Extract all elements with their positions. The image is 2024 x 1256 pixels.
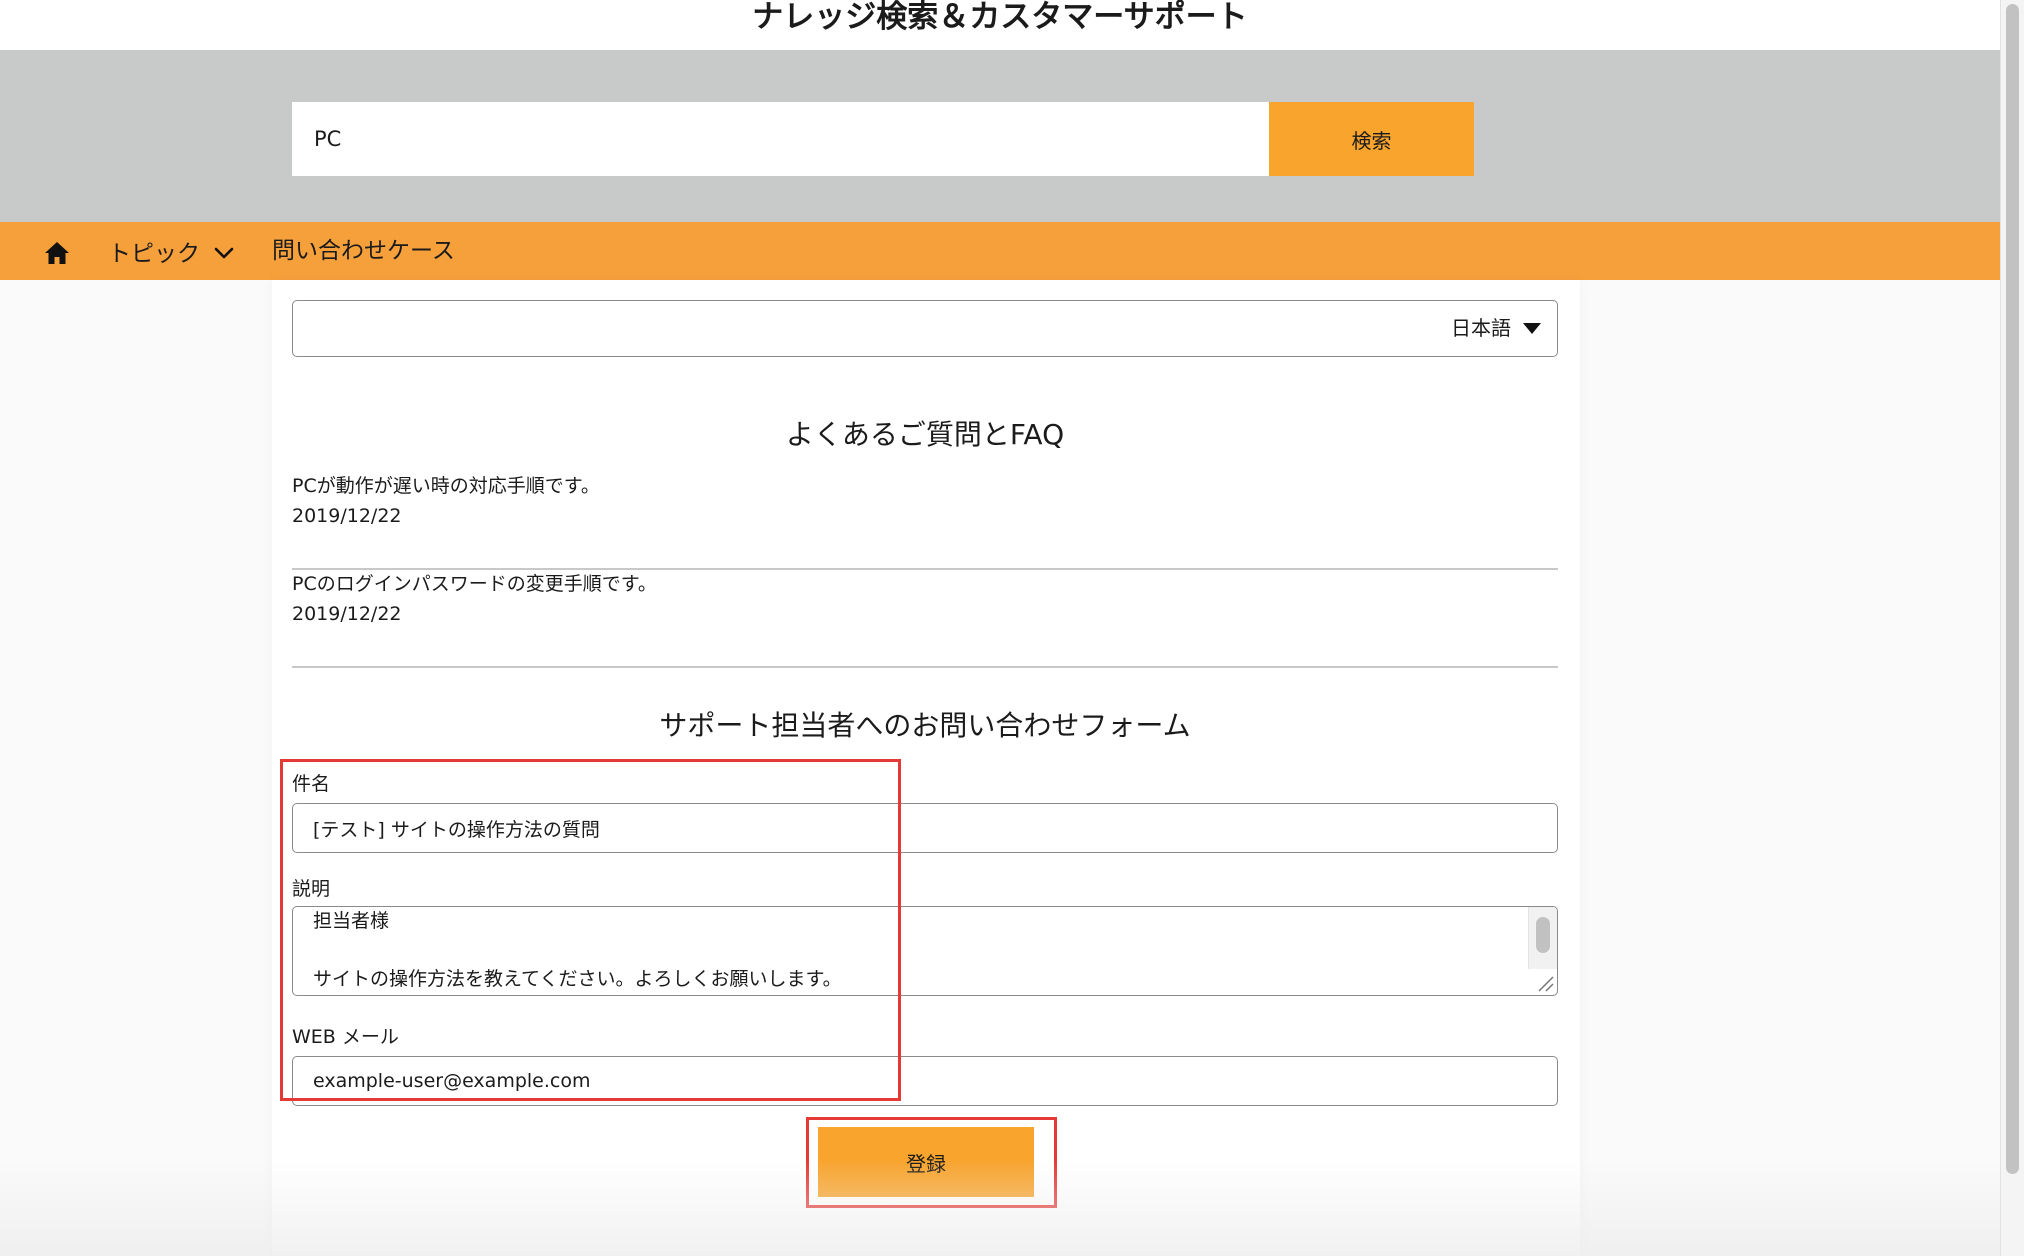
description-text: 担当者様 サイトの操作方法を教えてください。よろしくお願いします。 xyxy=(313,910,842,990)
page-background-left xyxy=(0,280,272,1256)
faq-date: 2019/12/22 xyxy=(292,505,402,527)
caret-down-icon xyxy=(1523,323,1541,334)
page-background-right xyxy=(1580,280,2000,1256)
submit-button[interactable]: 登録 xyxy=(818,1127,1034,1197)
faq-question[interactable]: PCが動作が遅い時の対応手順です。 xyxy=(292,472,600,500)
site-title: ナレッジ検索＆カスタマーサポート xyxy=(752,0,1248,35)
faq-question[interactable]: PCのログインパスワードの変更手順です。 xyxy=(292,570,657,598)
description-scroll-thumb[interactable] xyxy=(1536,917,1550,953)
description-label: 説明 xyxy=(292,878,331,900)
nav-bar: トピック 問い合わせケース xyxy=(0,222,2000,280)
search-button[interactable]: 検索 xyxy=(1269,102,1474,176)
email-field[interactable] xyxy=(292,1056,1558,1106)
window-scrollbar[interactable] xyxy=(2000,0,2024,1256)
search-input[interactable] xyxy=(292,102,1269,176)
language-select[interactable]: 日本語 xyxy=(292,300,1558,357)
contact-form-title: サポート担当者へのお問い合わせフォーム xyxy=(659,709,1191,742)
faq-date: 2019/12/22 xyxy=(292,603,402,625)
window-scroll-thumb[interactable] xyxy=(2006,4,2019,1174)
home-icon[interactable] xyxy=(44,240,70,266)
search-band: 検索 xyxy=(0,50,2000,222)
language-selected-value: 日本語 xyxy=(1451,316,1511,340)
resize-grip-icon[interactable] xyxy=(1533,971,1555,993)
chevron-down-icon xyxy=(214,247,234,259)
faq-item[interactable]: PCが動作が遅い時の対応手順です。 2019/12/22 xyxy=(292,472,1558,570)
faq-section-title: よくあるご質問とFAQ xyxy=(785,418,1065,451)
subject-label: 件名 xyxy=(292,773,331,795)
nav-cases-link[interactable]: 問い合わせケース xyxy=(272,233,455,269)
description-textarea[interactable]: 担当者様 サイトの操作方法を教えてください。よろしくお願いします。 xyxy=(292,906,1558,996)
email-label: WEB メール xyxy=(292,1026,399,1048)
faq-item[interactable]: PCのログインパスワードの変更手順です。 2019/12/22 xyxy=(292,570,1558,668)
description-scrollbar[interactable] xyxy=(1528,907,1557,969)
nav-topic-menu[interactable]: トピック xyxy=(108,233,234,269)
subject-field[interactable] xyxy=(292,803,1558,853)
nav-topic-label: トピック xyxy=(108,241,200,267)
